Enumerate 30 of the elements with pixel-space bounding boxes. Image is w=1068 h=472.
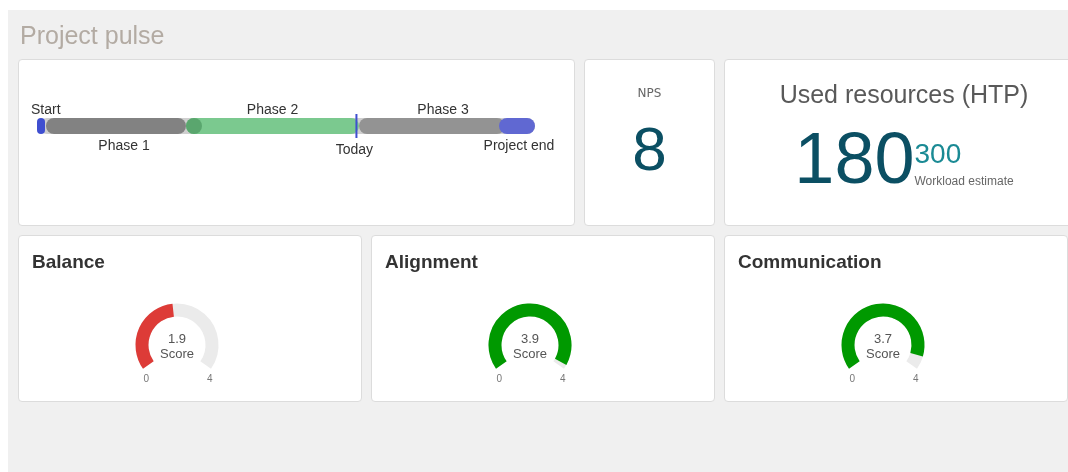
page-title: Project pulse: [20, 20, 166, 51]
phase-label: Phase 3: [417, 101, 469, 117]
resources-value: 180: [794, 121, 915, 194]
card-title: Alignment: [385, 250, 479, 274]
gauge-max: 4: [913, 372, 919, 384]
end-label: Project end: [483, 137, 555, 153]
resources-title: Used resources (HTP): [779, 79, 1029, 110]
card-title: Communication: [738, 250, 883, 274]
nps-value: 8: [632, 118, 667, 180]
gauge-min: 0: [849, 372, 855, 384]
start-label: Start: [31, 101, 61, 117]
gauge-caption: Score: [866, 345, 900, 361]
gauge-caption: Score: [160, 345, 194, 361]
today-label: Today: [335, 141, 374, 157]
gauge-min: 0: [496, 372, 502, 384]
gauge-value: 1.9: [167, 330, 187, 346]
nps-label: NPS: [637, 85, 662, 102]
gauge-value: 3.9: [520, 330, 540, 346]
phase-label: Phase 2: [246, 101, 299, 117]
gauge-max: 4: [207, 372, 213, 384]
gauge-caption: Score: [513, 345, 547, 361]
phase-label: Phase 1: [98, 137, 150, 153]
gauge-min: 0: [143, 372, 149, 384]
card-title: Balance: [32, 250, 106, 274]
gauge-max: 4: [560, 372, 566, 384]
estimate-value: 300: [914, 139, 963, 168]
start-marker: [37, 118, 45, 134]
estimate-label: Workload estimate: [914, 173, 1014, 190]
gauge-value: 3.7: [873, 330, 893, 346]
end-marker: [499, 118, 535, 134]
